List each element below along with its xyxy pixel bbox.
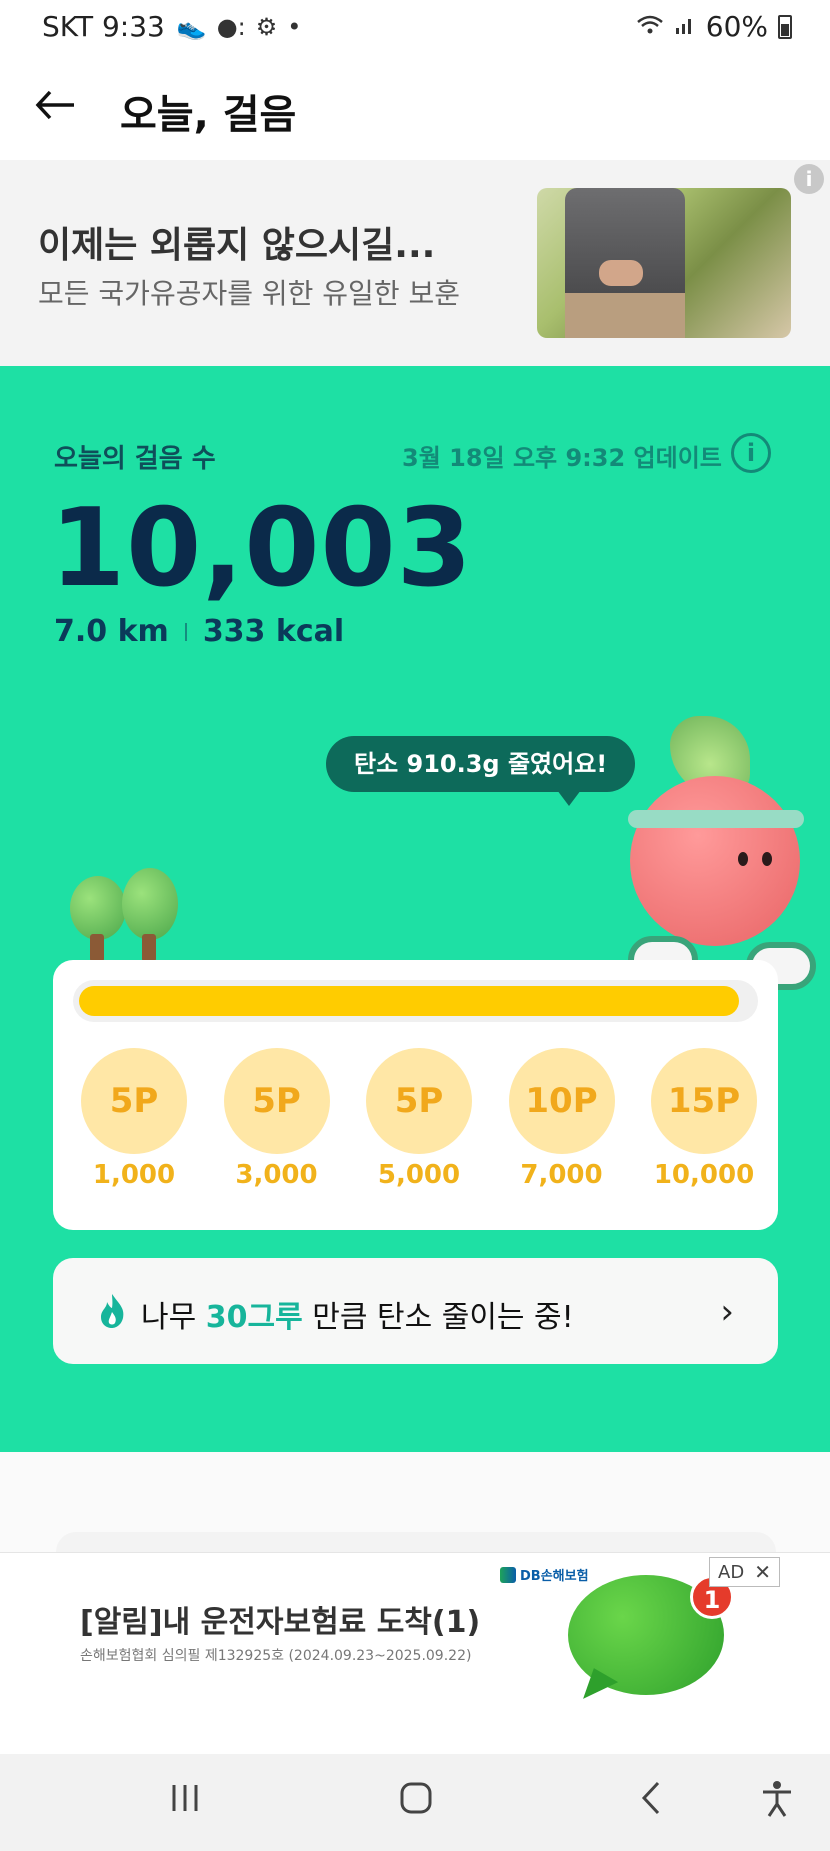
progress-fill — [79, 986, 739, 1016]
dot-icon: • — [287, 12, 302, 41]
milestone-steps: 10,000 — [653, 1160, 755, 1190]
person-hands — [599, 260, 643, 286]
tree-icon — [122, 860, 178, 962]
status-right: 60% — [636, 10, 792, 43]
arrow-left-icon — [35, 90, 74, 120]
carbon-suffix: 만큼 탄소 줄이는 중! — [312, 1300, 574, 1335]
tree-icon — [70, 866, 126, 962]
milestone-item: 5P 5,000 — [364, 1048, 474, 1190]
settings-icon: ⚙ — [255, 12, 278, 41]
status-bar: SKT 9:33 👟 ●: ⚙ • 60% — [0, 0, 830, 56]
battery-text: 60% — [705, 10, 768, 43]
header: 오늘, 걸음 — [0, 56, 830, 160]
milestone-list: 5P 1,000 5P 3,000 5P 5,000 10P 7,000 15P 10,000 — [79, 1048, 759, 1190]
notification-icons: 👟 ●: ⚙ • — [177, 13, 302, 41]
banner-ad[interactable]: 이제는 외롭지 않으시길... 모든 국가유공자를 위한 유일한 보훈 i — [0, 160, 830, 366]
shoe-icon: 👟 — [176, 12, 207, 41]
milestone-steps: 5,000 — [377, 1160, 461, 1190]
battery-icon — [778, 14, 792, 39]
back-nav-button[interactable] — [638, 1780, 666, 1825]
wifi-icon — [636, 10, 664, 43]
mascot-headband — [628, 810, 804, 828]
back-button[interactable] — [30, 80, 80, 130]
flame-icon — [101, 1294, 124, 1328]
progress-card: 5P 1,000 5P 3,000 5P 5,000 10P 7,000 15P 10,000 — [53, 960, 778, 1230]
tree-count: 30그루 — [205, 1300, 303, 1335]
milestone-item: 5P 1,000 — [79, 1048, 189, 1190]
milestone-item: 10P 7,000 — [507, 1048, 617, 1190]
recent-apps-button[interactable] — [168, 1780, 202, 1824]
chevron-right-icon: › — [720, 1292, 734, 1332]
ad-label: AD — [718, 1561, 745, 1583]
home-icon — [400, 1782, 432, 1814]
ad-title: [알림]내 운전자보험료 도착(1) — [80, 1605, 481, 1640]
infinity-icon: ●: — [216, 12, 246, 41]
system-nav-bar — [0, 1754, 830, 1851]
step-count: 10,003 — [50, 486, 473, 611]
banner-subtitle: 모든 국가유공자를 위한 유일한 보훈 — [38, 277, 461, 310]
ad-info-icon[interactable]: i — [794, 164, 824, 194]
brand-name: DB손해보험 — [520, 1569, 589, 1584]
step-stats: 7.0 km 333 kcal — [54, 614, 344, 649]
stats-divider — [184, 622, 187, 641]
milestone-points: 15P — [651, 1048, 757, 1154]
steps-label: 오늘의 걸음 수 — [54, 444, 216, 474]
milestone-steps: 7,000 — [520, 1160, 603, 1190]
ad-tag: AD ✕ — [709, 1557, 780, 1587]
ad-subtitle: 손해보험협회 심의필 제132925호 (2024.09.23~2025.09.… — [80, 1648, 472, 1664]
milestone-points: 5P — [81, 1048, 187, 1154]
milestone-points: 10P — [508, 1048, 615, 1154]
carbon-prefix: 나무 — [141, 1300, 197, 1335]
milestone-points: 5P — [366, 1048, 472, 1154]
banner-title: 이제는 외롭지 않으시길... — [38, 225, 436, 266]
home-button[interactable] — [398, 1780, 434, 1825]
brand-logo-icon — [500, 1566, 516, 1583]
calories: 333 kcal — [202, 614, 345, 649]
progress-track — [73, 980, 758, 1022]
close-icon[interactable]: ✕ — [754, 1560, 771, 1584]
signal-icon — [674, 10, 696, 43]
milestone-item: 15P 10,000 — [649, 1048, 759, 1190]
steps-section: 오늘의 걸음 수 3월 18일 오후 9:32 업데이트 i 10,003 7.… — [0, 366, 830, 1452]
milestone-steps: 3,000 — [235, 1160, 318, 1190]
carbon-text: 나무 30그루 만큼 탄소 줄이는 중! — [141, 1292, 574, 1336]
status-left: SKT 9:33 👟 ●: ⚙ • — [42, 10, 301, 43]
milestone-steps: 1,000 — [92, 1160, 176, 1190]
banner-image — [537, 188, 791, 338]
update-time: 3월 18일 오후 9:32 업데이트 — [402, 444, 722, 472]
accessibility-icon — [763, 1781, 791, 1817]
carrier-time: SKT 9:33 — [42, 10, 165, 43]
carbon-speech-bubble: 탄소 910.3g 줄였어요! — [326, 736, 636, 806]
ad-brand: DB손해보험 — [500, 1565, 589, 1584]
accessibility-button[interactable] — [760, 1780, 794, 1827]
bottom-ad[interactable]: DB손해보험 [알림]내 운전자보험료 도착(1) 손해보험협회 심의필 제13… — [0, 1552, 830, 1754]
info-icon[interactable]: i — [731, 433, 771, 473]
milestone-points: 5P — [223, 1048, 330, 1154]
distance: 7.0 km — [54, 614, 169, 649]
page-title: 오늘, 걸음 — [120, 92, 297, 138]
mascot-body — [630, 776, 800, 946]
recent-apps-icon — [172, 1785, 198, 1811]
carbon-reduction-row[interactable]: 나무 30그루 만큼 탄소 줄이는 중! › — [53, 1258, 778, 1364]
back-icon — [641, 1781, 660, 1815]
milestone-item: 5P 3,000 — [222, 1048, 332, 1190]
